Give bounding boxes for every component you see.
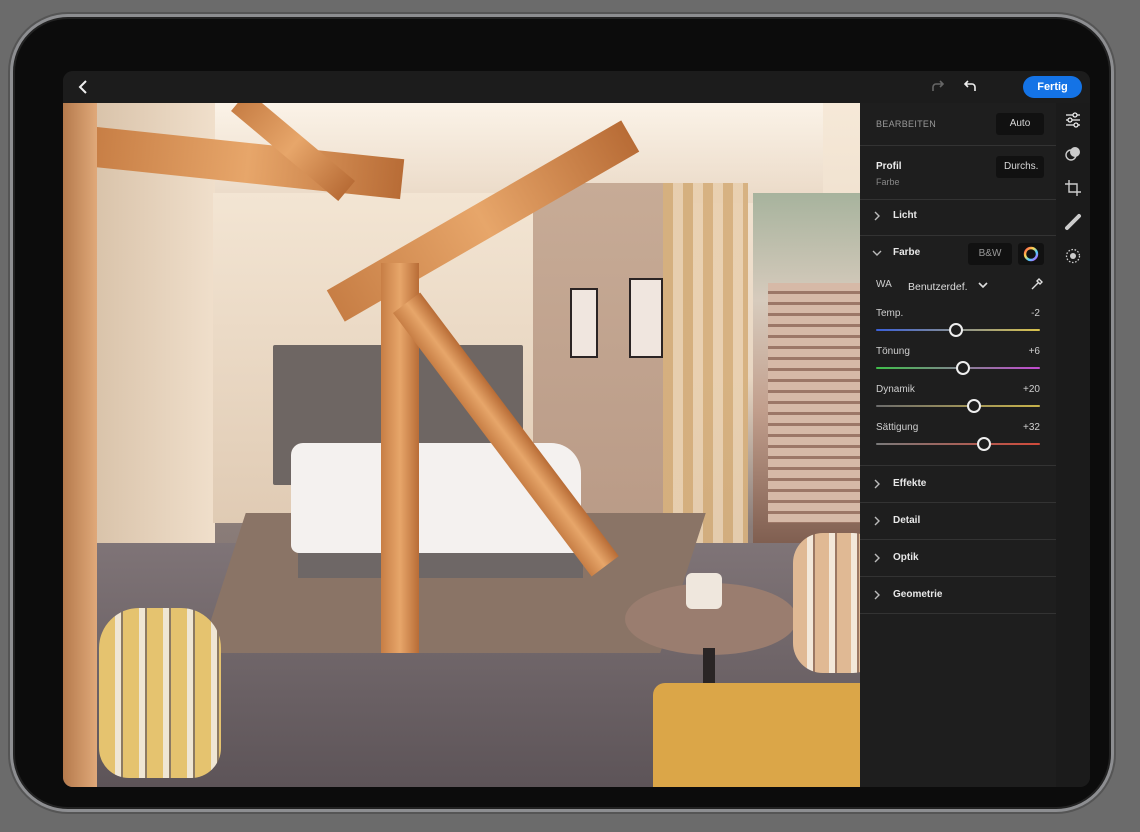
slider-saturation-thumb[interactable] [977, 437, 992, 451]
slider-vibrance-value: +20 [1023, 384, 1040, 395]
divider [860, 199, 1056, 200]
section-light[interactable]: Licht [860, 201, 1056, 231]
color-mix-button[interactable] [1018, 243, 1044, 265]
slider-vibrance-track[interactable] [876, 405, 1040, 407]
divider [860, 235, 1056, 236]
selective-icon[interactable] [1064, 247, 1082, 265]
done-button[interactable]: Fertig [1023, 76, 1082, 98]
healing-icon[interactable] [1064, 213, 1082, 231]
presets-icon[interactable] [1064, 145, 1082, 163]
photo-stool-left [99, 608, 221, 778]
divider [860, 502, 1056, 503]
photo-canvas[interactable] [63, 103, 860, 787]
divider [860, 613, 1056, 614]
photo-stool-right [793, 533, 860, 673]
wb-value: Benutzerdef. [908, 281, 968, 293]
crop-icon[interactable] [1064, 179, 1082, 197]
chevron-right-icon [874, 479, 880, 489]
profile-label: Profil [876, 161, 902, 172]
photo-slats [768, 283, 860, 523]
section-light-label: Licht [893, 210, 917, 221]
chevron-down-icon [872, 250, 882, 256]
color-wheel-icon [1023, 246, 1039, 262]
browse-profiles-button[interactable]: Durchs. [996, 156, 1044, 178]
profile-value: Farbe [876, 177, 900, 187]
section-detail[interactable]: Detail [860, 506, 1056, 536]
wb-dropdown[interactable]: Benutzerdef. [908, 277, 998, 293]
chevron-right-icon [874, 590, 880, 600]
section-optics[interactable]: Optik [860, 543, 1056, 573]
slider-tint-value: +6 [1028, 346, 1040, 357]
slider-tint-thumb[interactable] [955, 361, 970, 375]
slider-saturation-track[interactable] [876, 443, 1040, 445]
photo-plant [686, 573, 722, 609]
edit-panel: BEARBEITEN Auto Profil Farbe Durchs. Lic… [860, 103, 1056, 787]
back-chevron-icon[interactable] [73, 77, 93, 97]
section-effects-label: Effekte [893, 478, 927, 489]
tablet-frame: Fertig BEARBEITEN Auto Profil Farbe Durc… [10, 14, 1114, 812]
photo-painting-2 [629, 278, 663, 358]
undo-icon[interactable] [961, 78, 979, 96]
edit-sliders-icon[interactable] [1064, 111, 1082, 129]
tool-strip [1056, 103, 1090, 787]
panel-section-title: BEARBEITEN [876, 119, 937, 129]
auto-button[interactable]: Auto [996, 113, 1044, 135]
slider-temp-label: Temp. [876, 308, 904, 319]
divider [860, 539, 1056, 540]
slider-vibrance-thumb[interactable] [967, 399, 982, 413]
chevron-right-icon [874, 553, 880, 563]
wb-label: WA [876, 279, 892, 290]
slider-saturation-label: Sättigung [876, 422, 919, 433]
section-geometry-label: Geometrie [893, 589, 943, 600]
redo-icon[interactable] [929, 78, 947, 96]
chevron-down-icon [978, 282, 988, 289]
divider [860, 465, 1056, 466]
slider-tint-label: Tönung [876, 346, 910, 357]
slider-saturation-value: +32 [1023, 422, 1040, 433]
section-optics-label: Optik [893, 552, 919, 563]
section-detail-label: Detail [893, 515, 921, 526]
section-effects[interactable]: Effekte [860, 469, 1056, 499]
eyedropper-icon[interactable] [1030, 277, 1044, 291]
photo-door-frame [63, 103, 97, 787]
section-color-label: Farbe [893, 247, 921, 258]
slider-vibrance-label: Dynamik [876, 384, 915, 395]
app-screen: Fertig BEARBEITEN Auto Profil Farbe Durc… [63, 71, 1090, 787]
photo-painting-1 [570, 288, 598, 358]
slider-temp-value: -2 [1031, 308, 1040, 319]
section-geometry[interactable]: Geometrie [860, 580, 1056, 610]
slider-temp-thumb[interactable] [949, 323, 964, 337]
photo-sofa [653, 683, 860, 787]
chevron-right-icon [874, 516, 880, 526]
divider [860, 145, 1056, 146]
top-bar: Fertig [63, 71, 1090, 103]
bw-button[interactable]: B&W [968, 243, 1012, 265]
divider [860, 576, 1056, 577]
chevron-right-icon [874, 211, 880, 221]
